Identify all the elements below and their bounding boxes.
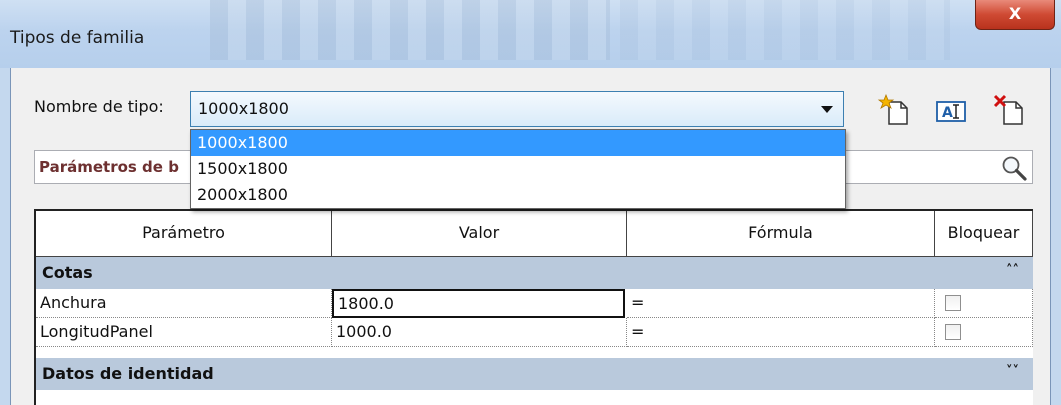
delete-type-icon[interactable] [992, 94, 1026, 128]
lock-checkbox[interactable] [945, 295, 961, 311]
window-frame [0, 68, 10, 405]
chevron-down-icon[interactable] [821, 106, 833, 113]
param-name-cell: LongitudPanel [36, 318, 332, 347]
lock-cell [935, 318, 1033, 347]
dropdown-option[interactable]: 1500x1800 [191, 156, 845, 182]
new-type-icon[interactable] [877, 94, 911, 128]
group-header-datos-identidad[interactable]: Datos de identidad ˅˅ [36, 358, 1033, 390]
search-placeholder: Parámetros de b [39, 158, 179, 176]
param-formula-cell[interactable]: = [627, 289, 935, 318]
background-blur [620, 0, 950, 60]
table-row: Anchura 1800.0 = [36, 289, 1033, 318]
type-name-value: 1000x1800 [198, 99, 289, 118]
window-title: Tipos de familia [10, 28, 145, 48]
lock-checkbox[interactable] [945, 324, 961, 340]
title-bar: Tipos de familia X [0, 0, 1061, 68]
close-icon: X [1008, 4, 1022, 23]
expand-chevron-icon[interactable]: ˅˅ [1006, 364, 1019, 379]
column-header-lock[interactable]: Bloquear [935, 211, 1033, 257]
param-value-input[interactable]: 1800.0 [332, 289, 625, 318]
dropdown-option[interactable]: 2000x1800 [191, 182, 845, 208]
column-header-value[interactable]: Valor [332, 211, 627, 257]
svg-text:A: A [942, 105, 953, 121]
column-header-parameter[interactable]: Parámetro [36, 211, 332, 257]
parameters-grid: Parámetro Valor Fórmula Bloquear Cotas ˄… [34, 209, 1033, 405]
param-name-cell: Anchura [36, 289, 332, 318]
param-value-cell[interactable]: 1000.0 [332, 318, 627, 347]
lock-cell [935, 289, 1033, 318]
group-label: Cotas [42, 263, 93, 282]
magnifier-icon[interactable] [1000, 154, 1028, 182]
background-blur [210, 0, 610, 60]
type-name-combobox[interactable]: 1000x1800 [190, 91, 844, 127]
param-formula-cell[interactable]: = [627, 318, 935, 347]
group-label: Datos de identidad [42, 364, 214, 383]
column-header-formula[interactable]: Fórmula [627, 211, 935, 257]
type-name-dropdown-list: 1000x1800 1500x1800 2000x1800 [190, 129, 846, 209]
type-name-label: Nombre de tipo: [34, 97, 164, 116]
close-button[interactable]: X [975, 0, 1055, 30]
collapse-chevron-icon[interactable]: ˄˄ [1006, 263, 1019, 278]
dropdown-option[interactable]: 1000x1800 [191, 130, 845, 156]
window-frame [1051, 68, 1061, 405]
table-row: LongitudPanel 1000.0 = [36, 318, 1033, 347]
group-header-cotas[interactable]: Cotas ˄˄ [36, 257, 1033, 289]
rename-type-icon[interactable]: A [934, 94, 968, 128]
